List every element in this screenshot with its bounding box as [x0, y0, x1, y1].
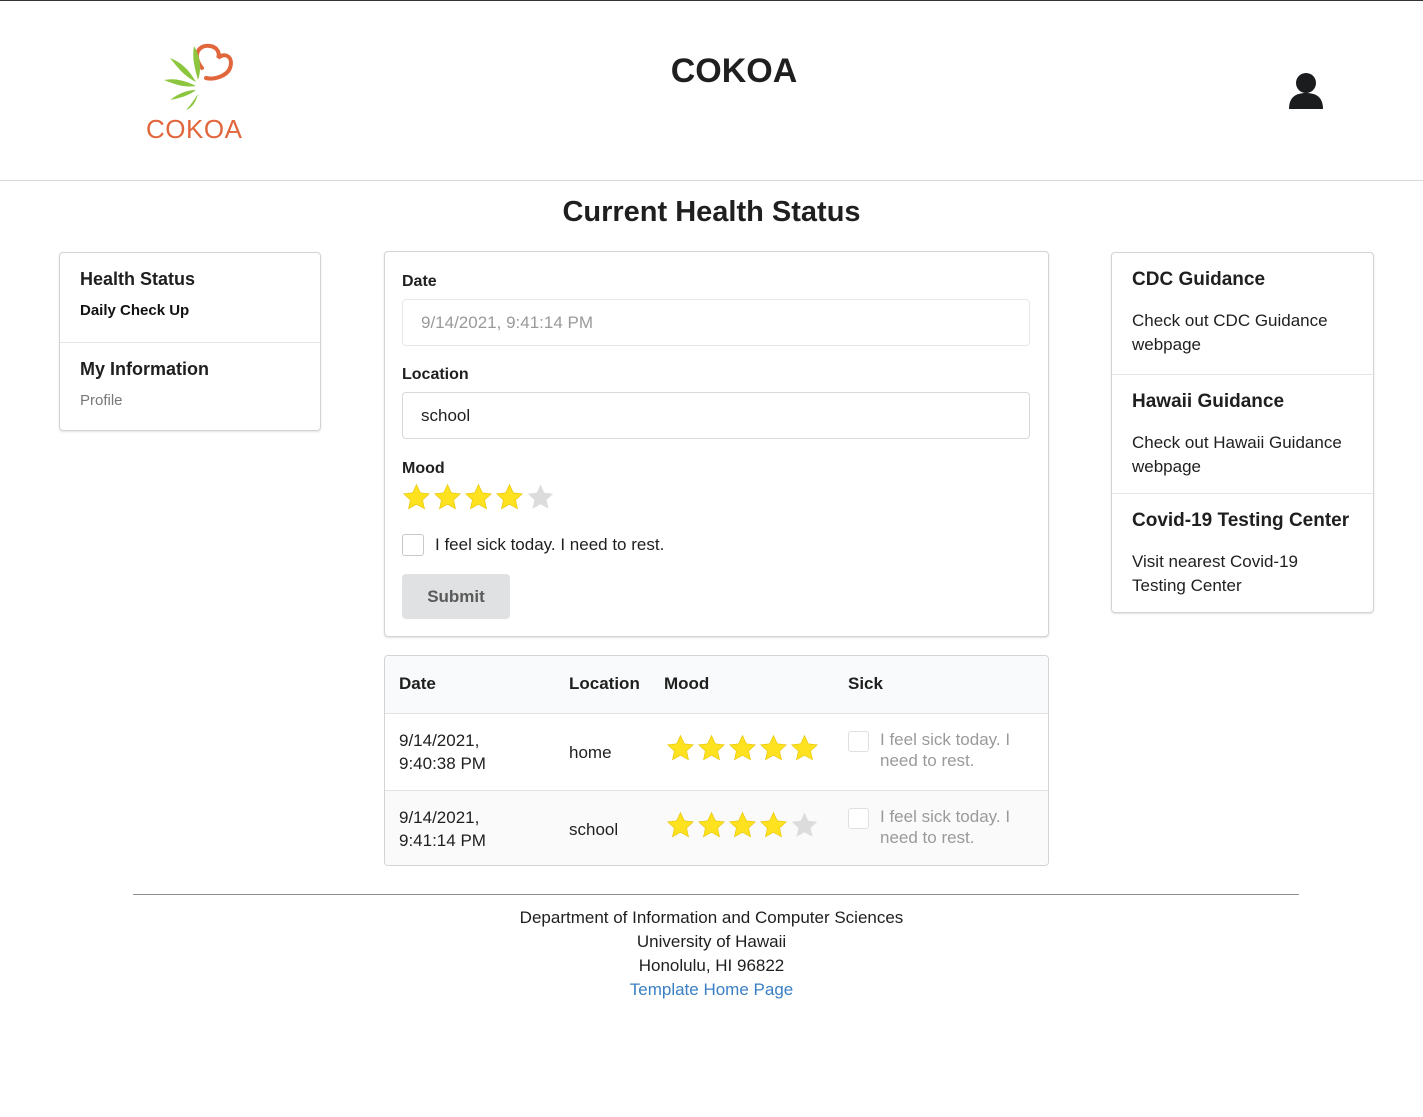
- menu-header-my-information: My Information: [80, 359, 209, 379]
- hawaii-guidance-title: Hawaii Guidance: [1132, 391, 1285, 412]
- guidance-section-testing-center: Covid-19 Testing Center Visit nearest Co…: [1112, 493, 1375, 613]
- column-header-location: Location: [569, 674, 640, 693]
- logo-text: COKOA: [146, 114, 243, 144]
- testing-center-title: Covid-19 Testing Center: [1132, 510, 1350, 531]
- star-empty-icon: [791, 812, 818, 837]
- cdc-guidance-link[interactable]: Check out CDC Guidance webpage: [1132, 309, 1355, 357]
- table-row: 9/14/2021, 9:40:38 PM home I feel sick t…: [385, 714, 1048, 790]
- mood-label: Mood: [402, 460, 445, 477]
- star-filled-icon: [729, 734, 756, 761]
- cokoa-logo[interactable]: COKOA: [140, 38, 250, 144]
- guidance-section-hawaii: Hawaii Guidance Check out Hawaii Guidanc…: [1112, 374, 1375, 493]
- guidance-menu: CDC Guidance Check out CDC Guidance webp…: [1111, 252, 1375, 613]
- row-location: home: [569, 743, 612, 762]
- user-profile-icon[interactable]: [1286, 71, 1326, 111]
- column-header-date: Date: [399, 674, 436, 693]
- star-filled-icon: [729, 811, 756, 838]
- star-filled-icon[interactable]: [464, 483, 493, 512]
- cdc-guidance-title: CDC Guidance: [1132, 269, 1266, 290]
- star-filled-icon: [698, 734, 725, 761]
- table-row: 9/14/2021, 9:41:14 PM school I feel sick…: [385, 790, 1048, 865]
- star-filled-icon: [760, 734, 787, 761]
- footer-address: Honolulu, HI 96822: [638, 956, 785, 975]
- star-filled-icon[interactable]: [433, 483, 462, 512]
- row-sick: I feel sick today. I need to rest.: [848, 806, 1020, 848]
- star-filled-icon[interactable]: [495, 483, 524, 512]
- menu-section-health-status: Health Status Daily Check Up: [60, 253, 320, 342]
- header: COKOA COKOA: [0, 0, 1423, 181]
- menu-item-profile[interactable]: Profile: [80, 392, 300, 409]
- logo-mark: [164, 43, 233, 110]
- date-field: 9/14/2021, 9:41:14 PM: [402, 299, 1030, 346]
- sick-checkbox-row[interactable]: I feel sick today. I need to rest.: [402, 534, 664, 556]
- check-up-form: Date 9/14/2021, 9:41:14 PM Location scho…: [384, 251, 1049, 637]
- footer-university: University of Hawaii: [636, 932, 787, 951]
- row-sick: I feel sick today. I need to rest.: [848, 729, 1020, 771]
- footer-divider: [133, 894, 1299, 895]
- menu-header-health-status: Health Status: [80, 269, 196, 289]
- star-filled-icon: [698, 811, 725, 838]
- left-menu: Health Status Daily Check Up My Informat…: [59, 252, 321, 431]
- footer-department: Department of Information and Computer S…: [519, 908, 904, 927]
- star-filled-icon: [667, 811, 694, 838]
- menu-item-daily-check-up[interactable]: Daily Check Up: [80, 302, 300, 319]
- guidance-section-cdc: CDC Guidance Check out CDC Guidance webp…: [1112, 253, 1375, 374]
- row-date: 9/14/2021, 9:41:14 PM: [399, 808, 486, 850]
- star-empty-icon[interactable]: [526, 483, 555, 512]
- menu-section-my-information: My Information Profile: [60, 342, 320, 431]
- mood-rating[interactable]: [402, 483, 555, 512]
- row-sick-label: I feel sick today. I need to rest.: [880, 730, 1011, 770]
- star-filled-icon: [791, 734, 818, 761]
- row-mood-rating: [666, 734, 819, 763]
- row-sick-checkbox: [848, 808, 869, 829]
- row-location: school: [569, 820, 619, 839]
- submit-button[interactable]: Submit: [402, 574, 510, 619]
- column-header-sick: Sick: [848, 674, 883, 693]
- location-label: Location: [402, 366, 469, 383]
- row-sick-checkbox: [848, 731, 869, 752]
- star-filled-icon: [667, 734, 694, 761]
- row-mood-rating: [666, 811, 819, 840]
- row-sick-label: I feel sick today. I need to rest.: [880, 807, 1011, 847]
- column-header-mood: Mood: [664, 674, 710, 693]
- star-filled-icon[interactable]: [402, 483, 431, 512]
- footer: Department of Information and Computer S…: [0, 906, 1423, 1002]
- page-title: Current Health Status: [562, 196, 861, 228]
- sick-checkbox[interactable]: [402, 534, 424, 556]
- footer-template-home-link[interactable]: Template Home Page: [630, 980, 793, 999]
- hawaii-guidance-link[interactable]: Check out Hawaii Guidance webpage: [1132, 431, 1355, 479]
- sick-checkbox-label[interactable]: I feel sick today. I need to rest.: [435, 535, 664, 555]
- row-date: 9/14/2021, 9:40:38 PM: [399, 731, 486, 773]
- history-table: Date Location Mood Sick 9/14/2021, 9:40:…: [384, 655, 1049, 866]
- table-header: Date Location Mood Sick: [385, 656, 1048, 714]
- star-filled-icon: [760, 811, 787, 838]
- date-label: Date: [402, 273, 437, 290]
- app-title-text: COKOA: [670, 52, 798, 90]
- testing-center-link[interactable]: Visit nearest Covid-19 Testing Center: [1132, 550, 1355, 598]
- location-field[interactable]: school: [402, 392, 1030, 439]
